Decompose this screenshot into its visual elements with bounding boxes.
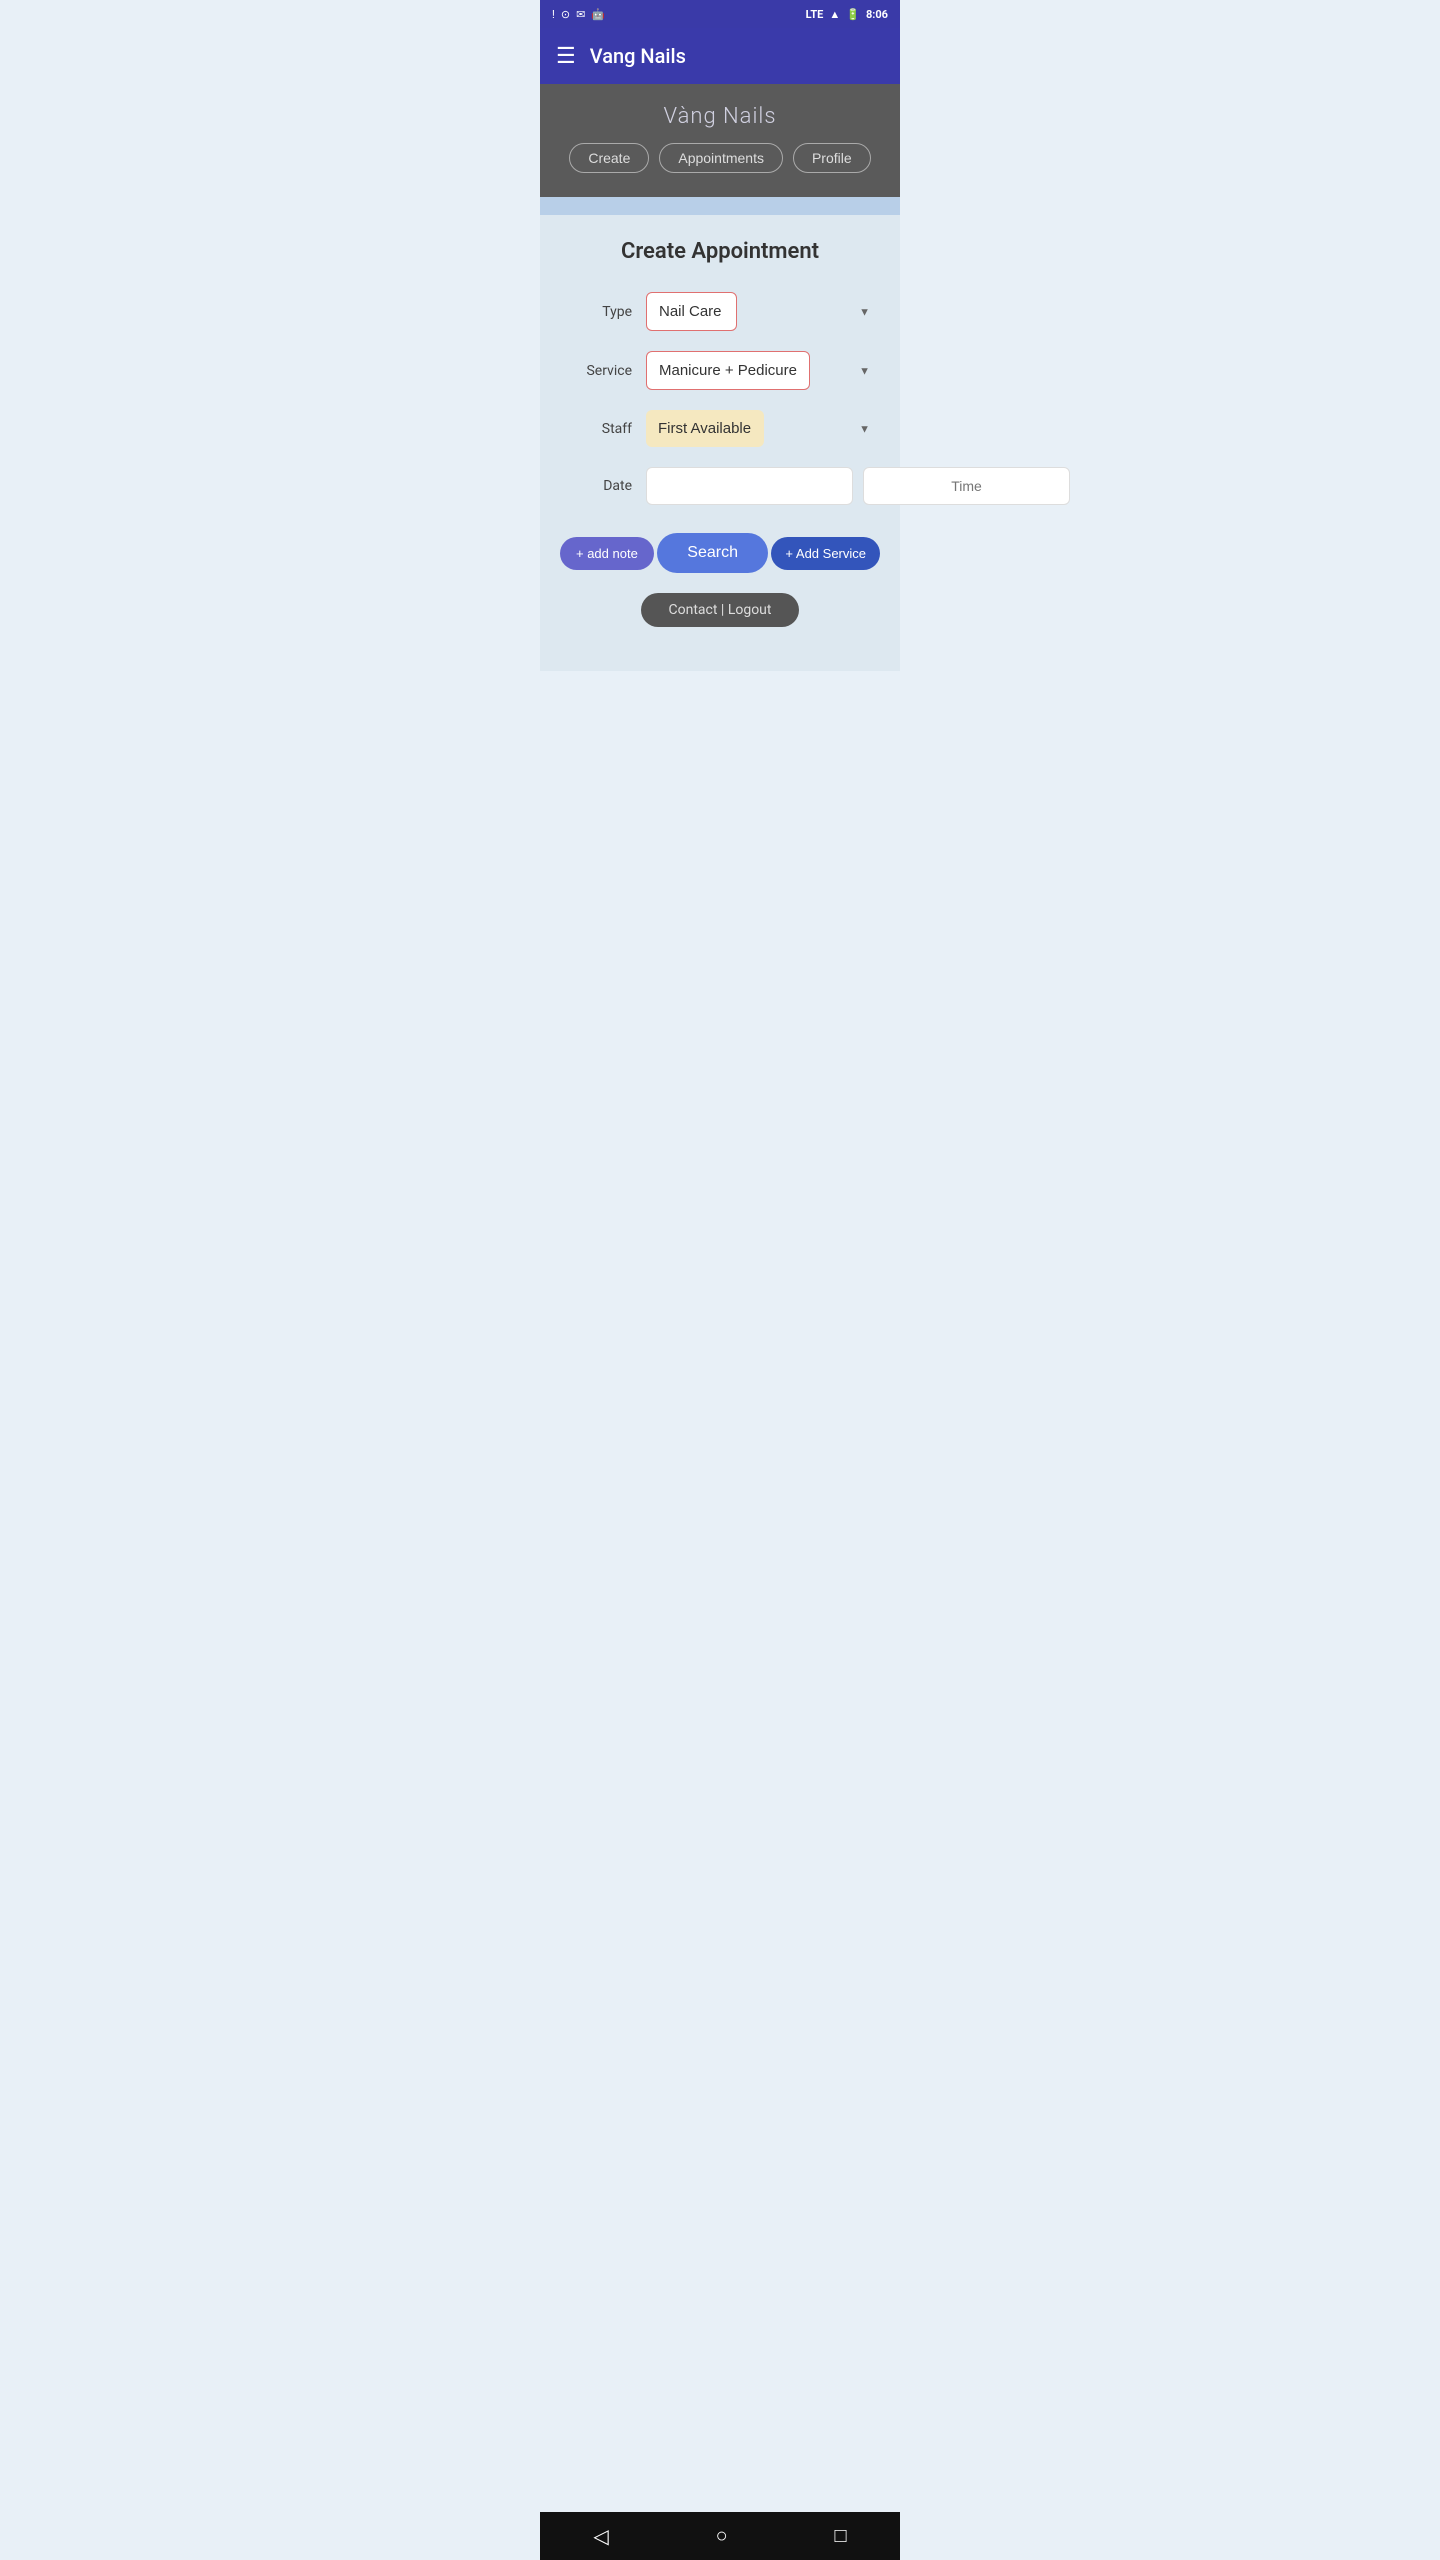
footer-separator: | (721, 602, 728, 618)
date-inputs-container (646, 467, 1070, 505)
battery-icon: 🔋 (846, 8, 860, 21)
tab-create[interactable]: Create (569, 143, 649, 173)
lte-indicator: LTE (806, 8, 824, 21)
signal-icon: ▲ (829, 8, 840, 21)
recent-apps-button[interactable]: □ (834, 2525, 846, 2548)
footer-pill: Contact | Logout (641, 593, 800, 627)
service-select-wrapper: Manicure + Pedicure Manicure Pedicure Ge… (646, 351, 880, 390)
clock: 8:06 (866, 8, 888, 21)
staff-row: Staff First Available Staff 1 Staff 2 (560, 410, 880, 447)
service-select[interactable]: Manicure + Pedicure Manicure Pedicure Ge… (646, 351, 810, 390)
salon-name-header: Vàng Nails (556, 104, 884, 129)
android-nav: ◁ ○ □ (540, 2512, 900, 2560)
date-input[interactable] (646, 467, 853, 505)
circle-icon: ⊙ (561, 8, 570, 21)
status-left-icons: ! ⊙ ✉ 🤖 (552, 8, 605, 21)
exclamation-icon: ! (552, 8, 555, 21)
header-section: Vàng Nails Create Appointments Profile (540, 84, 900, 197)
date-label: Date (560, 478, 632, 494)
footer-links: Contact | Logout (560, 593, 880, 627)
form-title: Create Appointment (560, 239, 880, 264)
status-bar: ! ⊙ ✉ 🤖 LTE ▲ 🔋 8:06 (540, 0, 900, 28)
contact-link[interactable]: Contact (669, 602, 718, 618)
tab-buttons-container: Create Appointments Profile (556, 143, 884, 173)
status-right-icons: LTE ▲ 🔋 8:06 (806, 8, 888, 21)
top-nav: ☰ Vang Nails (540, 28, 900, 84)
type-row: Type Nail Care Hair Care Facial (560, 292, 880, 331)
mail-icon: ✉ (576, 8, 585, 21)
staff-select-wrapper: First Available Staff 1 Staff 2 (646, 410, 880, 447)
date-row: Date (560, 467, 880, 505)
logout-link[interactable]: Logout (728, 602, 772, 618)
back-button[interactable]: ◁ (593, 2524, 608, 2549)
action-buttons: + add note Search + Add Service (560, 533, 880, 573)
robot-icon: 🤖 (591, 8, 605, 21)
tab-appointments[interactable]: Appointments (659, 143, 783, 173)
type-label: Type (560, 304, 632, 320)
staff-label: Staff (560, 421, 632, 437)
home-button[interactable]: ○ (716, 2525, 728, 2548)
time-input[interactable] (863, 467, 1070, 505)
tab-profile[interactable]: Profile (793, 143, 871, 173)
add-note-button[interactable]: + add note (560, 537, 654, 570)
divider-band (540, 197, 900, 215)
staff-select[interactable]: First Available Staff 1 Staff 2 (646, 410, 764, 447)
main-content: Create Appointment Type Nail Care Hair C… (540, 215, 900, 671)
service-row: Service Manicure + Pedicure Manicure Ped… (560, 351, 880, 390)
add-service-button[interactable]: + Add Service (771, 537, 880, 570)
search-button[interactable]: Search (657, 533, 768, 573)
type-select[interactable]: Nail Care Hair Care Facial (646, 292, 737, 331)
app-title: Vang Nails (590, 44, 686, 68)
service-label: Service (560, 363, 632, 379)
hamburger-menu-icon[interactable]: ☰ (556, 44, 576, 69)
type-select-wrapper: Nail Care Hair Care Facial (646, 292, 880, 331)
